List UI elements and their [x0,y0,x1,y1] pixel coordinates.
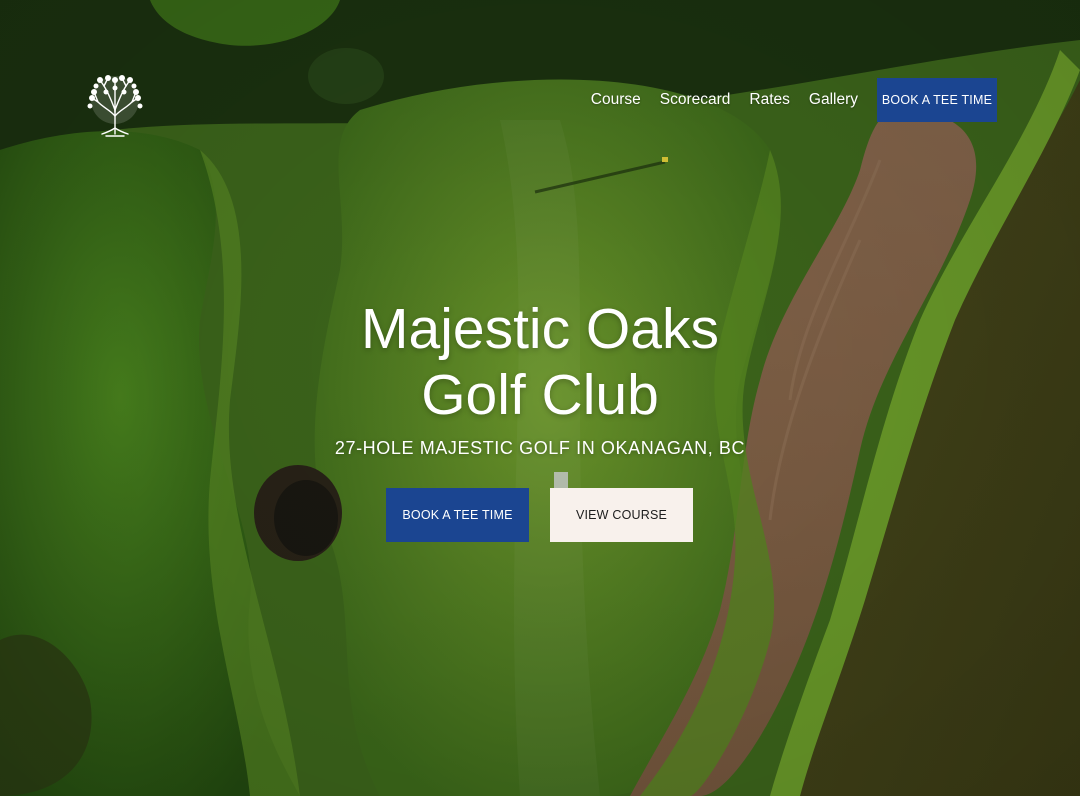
hero-cta-group: BOOK A TEE TIME VIEW COURSE [386,488,693,542]
hero-title-line-1: Majestic Oaks [361,297,719,361]
nav-link-gallery[interactable]: Gallery [809,91,858,109]
nav-link-scorecard[interactable]: Scorecard [660,91,731,109]
main-nav: Course Scorecard Rates Gallery BOOK A TE… [591,78,997,122]
nav-book-tee-time-button[interactable]: BOOK A TEE TIME [877,78,997,122]
oak-tree-icon [87,75,143,137]
nav-link-course[interactable]: Course [591,91,641,109]
site-logo[interactable] [82,72,148,142]
hero-title: Majestic Oaks Golf Club [0,296,1080,428]
hero-subtitle: 27-HOLE MAJESTIC GOLF IN OKANAGAN, BC [334,438,746,458]
view-course-button[interactable]: VIEW COURSE [550,488,693,542]
book-tee-time-button[interactable]: BOOK A TEE TIME [386,488,529,542]
nav-link-rates[interactable]: Rates [749,91,790,109]
hero-title-line-2: Golf Club [421,363,659,427]
